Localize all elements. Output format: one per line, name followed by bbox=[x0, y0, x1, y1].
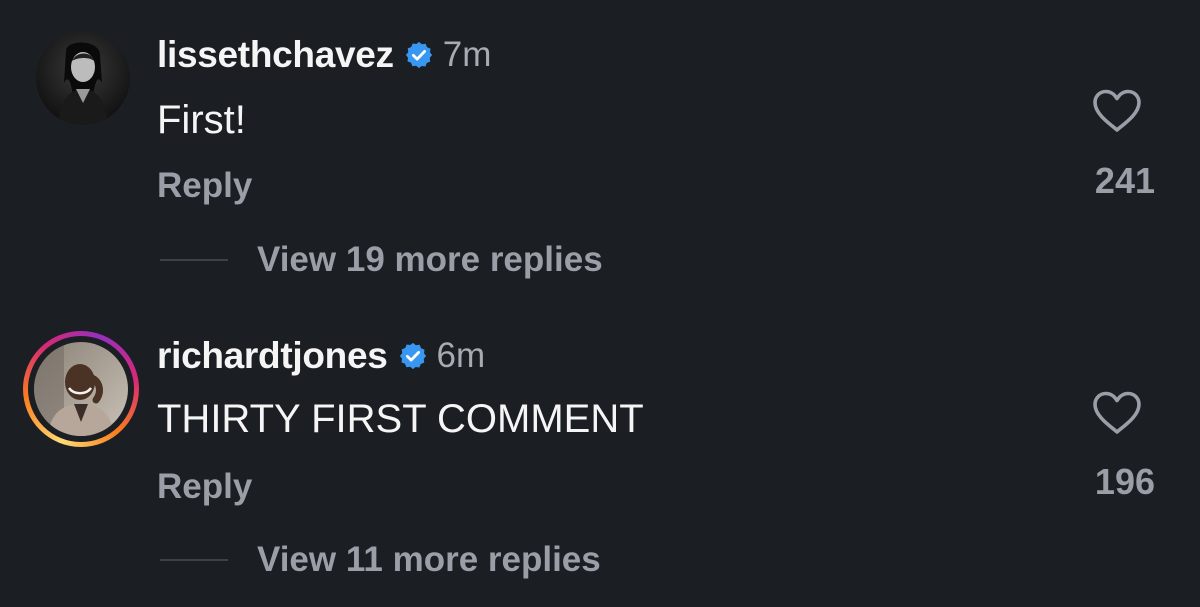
verified-badge-icon bbox=[398, 341, 428, 371]
avatar-photo bbox=[34, 342, 128, 436]
username[interactable]: lissethchavez bbox=[157, 34, 394, 76]
reply-button[interactable]: Reply bbox=[157, 467, 252, 507]
comment-text: THIRTY FIRST COMMENT bbox=[157, 397, 644, 441]
heart-outline-icon[interactable] bbox=[1091, 390, 1143, 436]
timestamp: 6m bbox=[436, 336, 486, 375]
verified-badge-icon bbox=[404, 40, 434, 70]
comment-item: richardtjones 6m THIRTY FIRST COMMENT Re… bbox=[0, 300, 1200, 600]
username[interactable]: richardtjones bbox=[157, 335, 388, 377]
avatar-photo bbox=[36, 31, 130, 125]
comment-header: lissethchavez 7m bbox=[157, 30, 491, 80]
reply-button[interactable]: Reply bbox=[157, 166, 252, 206]
comment-header: richardtjones 6m bbox=[157, 331, 485, 381]
heart-outline-icon[interactable] bbox=[1091, 88, 1143, 134]
comment-item: lissethchavez 7m First! Reply 241 View 1… bbox=[0, 0, 1200, 300]
view-replies-label: View 11 more replies bbox=[257, 540, 601, 579]
timestamp: 7m bbox=[442, 35, 492, 74]
avatar[interactable] bbox=[34, 342, 128, 436]
view-replies-button[interactable]: View 11 more replies bbox=[160, 538, 601, 582]
like-count: 196 bbox=[1094, 461, 1155, 502]
view-replies-label: View 19 more replies bbox=[257, 240, 603, 279]
divider-line bbox=[160, 259, 228, 261]
divider-line bbox=[160, 559, 228, 561]
avatar[interactable] bbox=[36, 31, 130, 125]
view-replies-button[interactable]: View 19 more replies bbox=[160, 238, 603, 282]
comment-text: First! bbox=[157, 98, 246, 142]
like-count: 241 bbox=[1094, 160, 1155, 201]
